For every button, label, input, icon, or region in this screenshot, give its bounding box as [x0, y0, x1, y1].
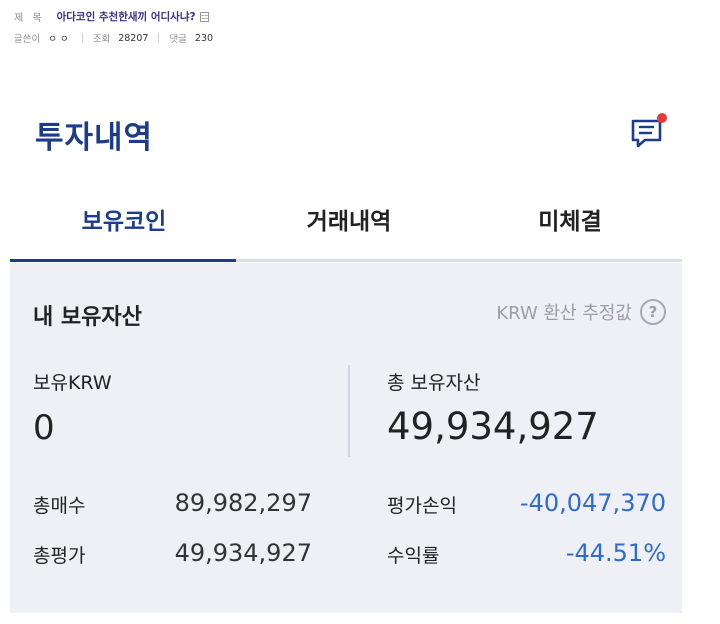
- author-label: 글쓴이: [14, 34, 41, 45]
- meta-divider: [158, 33, 160, 43]
- post-meta: 글쓴이 ㅇㅇ 조회 28207 댓글 230: [14, 31, 213, 46]
- total-buy-label: 총매수: [33, 495, 86, 517]
- tab-bar: 보유코인 거래내역 미체결: [10, 186, 682, 262]
- holdings-title: 내 보유자산: [33, 305, 142, 330]
- krw-estimate-info[interactable]: KRW 환산 추정값 ?: [496, 299, 666, 325]
- title-label: 제 목: [14, 13, 45, 24]
- comments-label: 댓글: [169, 34, 187, 45]
- pnl-label: 평가손익: [387, 495, 457, 517]
- post-title[interactable]: 아다코인 추천한새끼 어디사냐?: [57, 9, 196, 24]
- page-title: 투자내역: [35, 120, 154, 156]
- help-icon[interactable]: ?: [640, 299, 666, 325]
- total-eval-label: 총평가: [33, 545, 86, 567]
- comments-count[interactable]: 230: [195, 33, 213, 44]
- active-tab-indicator: [10, 259, 236, 262]
- tab-unfilled[interactable]: 미체결: [458, 202, 682, 236]
- total-buy-value: 89,982,297: [174, 489, 312, 517]
- views-label: 조회: [92, 34, 111, 45]
- total-eval-value: 49,934,927: [174, 539, 312, 567]
- post-title-row: 제 목 아다코인 추천한새끼 어디사냐?: [14, 9, 209, 24]
- pnl-value: -40,047,370: [519, 489, 666, 517]
- tab-trade-history[interactable]: 거래내역: [237, 202, 461, 236]
- return-rate-label: 수익률: [387, 545, 440, 567]
- return-rate-value: -44.51%: [565, 539, 666, 567]
- total-assets-label: 총 보유자산: [387, 372, 481, 394]
- krw-balance-value: 0: [33, 408, 55, 448]
- image-attachment-icon: [199, 11, 209, 22]
- views-count: 28207: [118, 32, 149, 44]
- author-name[interactable]: ㅇㅇ: [48, 31, 71, 45]
- investment-app: 투자내역 보유코인 거래내역 미체결 내 보유자산 KRW 환산 추정값 ? 보…: [10, 60, 682, 624]
- total-assets-value: 49,934,927: [387, 405, 599, 448]
- meta-divider: [81, 33, 83, 43]
- tab-holdings[interactable]: 보유코인: [12, 202, 236, 236]
- estimate-label: KRW 환산 추정값: [496, 303, 632, 324]
- holdings-panel: 내 보유자산 KRW 환산 추정값 ? 보유KRW 0 총 보유자산 49,93…: [10, 263, 682, 613]
- divider: [348, 365, 350, 457]
- krw-balance-label: 보유KRW: [33, 372, 112, 394]
- chat-button[interactable]: [628, 112, 668, 152]
- post-header: 제 목 아다코인 추천한새끼 어디사냐? 글쓴이 ㅇㅇ 조회 28207 댓글 …: [0, 0, 720, 60]
- chat-bubble-icon: [631, 113, 667, 148]
